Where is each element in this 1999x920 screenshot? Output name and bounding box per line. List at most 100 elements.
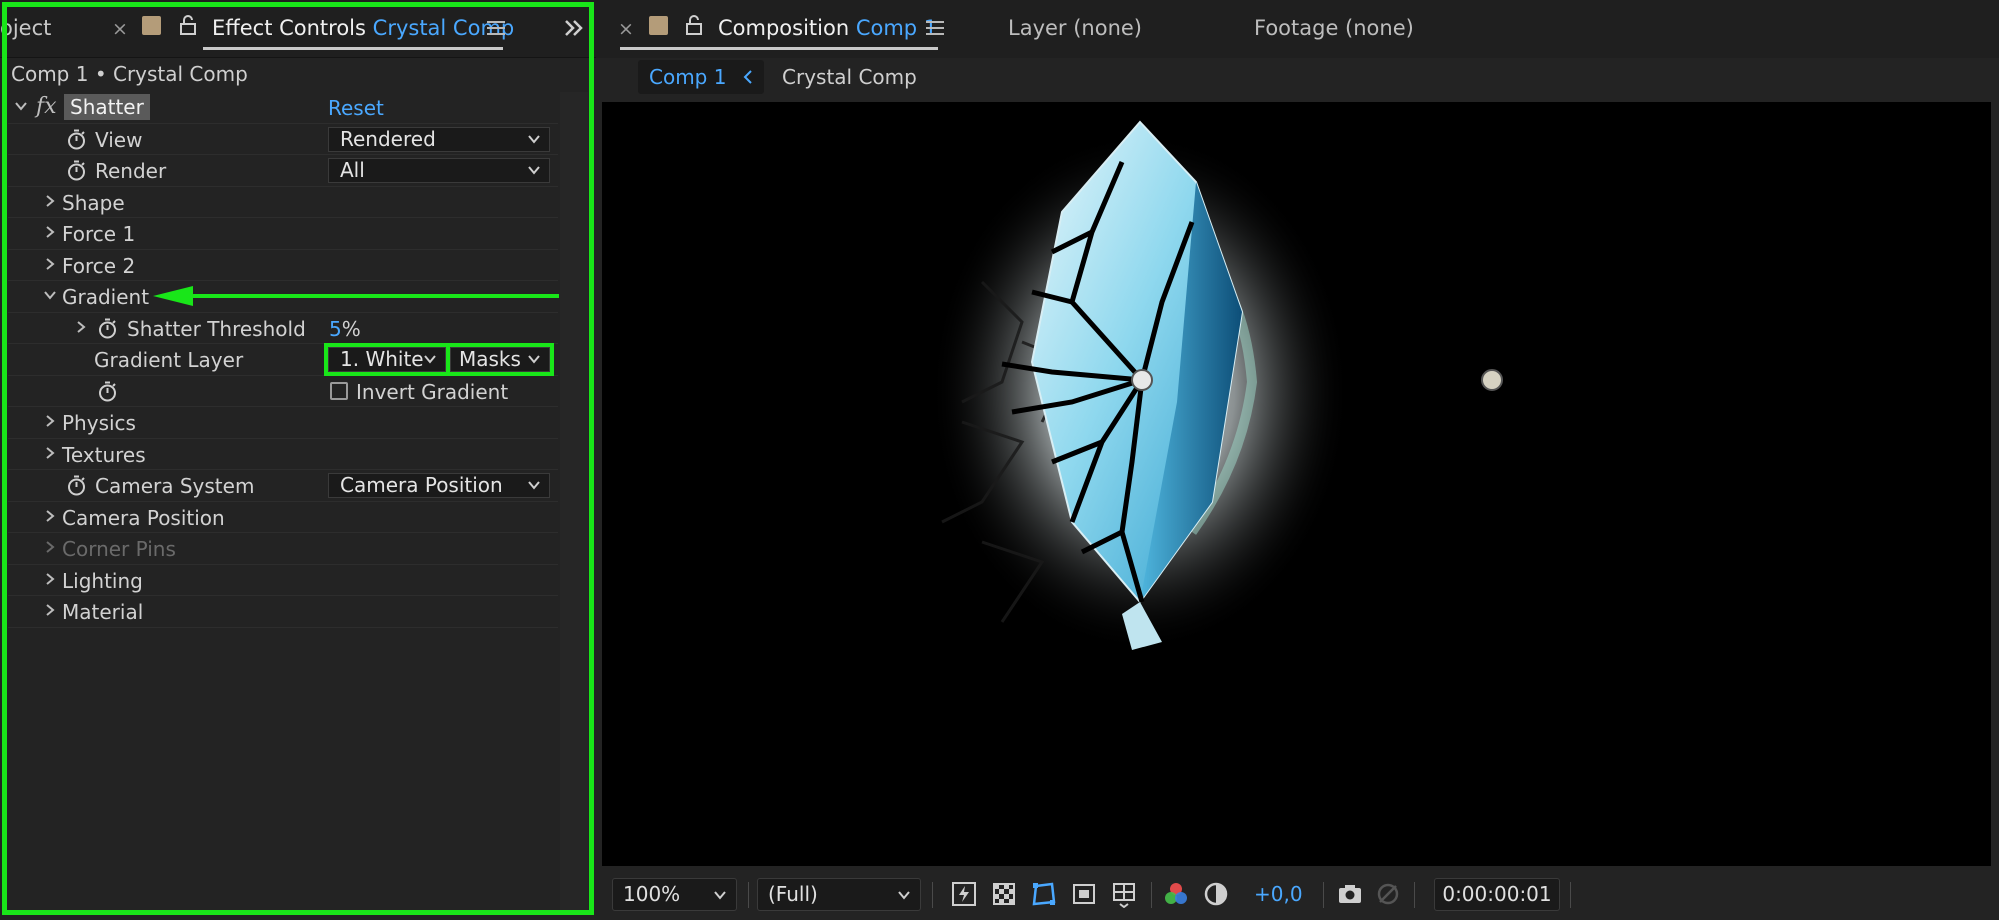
chevron-right-icon[interactable] <box>43 603 57 617</box>
stopwatch-icon[interactable] <box>66 475 87 496</box>
shatter-threshold-value[interactable]: 5% <box>329 317 361 341</box>
breadcrumb-item-crystal-comp[interactable]: Crystal Comp <box>782 65 917 89</box>
grid-guides-icon[interactable] <box>1110 880 1138 908</box>
composition-breadcrumb: Comp 1 Crystal Comp <box>596 58 1999 100</box>
exposure-value[interactable]: +0,0 <box>1254 882 1303 906</box>
chevron-right-icon[interactable] <box>43 540 57 554</box>
toolbar-divider <box>1570 882 1571 908</box>
property-label: Camera System <box>95 474 255 498</box>
property-label: Corner Pins <box>62 537 176 561</box>
annotation-arrow-icon <box>153 286 559 306</box>
panel-overflow-icon[interactable] <box>563 18 585 38</box>
transparency-grid-icon[interactable] <box>990 880 1018 908</box>
stopwatch-icon[interactable] <box>66 129 87 150</box>
chevron-right-icon[interactable] <box>43 194 57 208</box>
property-group-lighting[interactable]: Lighting <box>8 565 558 596</box>
panel-menu-icon[interactable] <box>926 21 944 35</box>
toolbar-divider <box>932 882 933 908</box>
chevron-down-icon[interactable] <box>14 99 28 113</box>
viewer-toolbar: 100% (Full) +0,0 0:00:00:01 <box>596 868 1999 920</box>
color-channels-icon[interactable] <box>1162 880 1190 908</box>
property-group-corner-pins[interactable]: Corner Pins <box>8 533 558 565</box>
scrollbar[interactable] <box>560 92 588 912</box>
chevron-right-icon[interactable] <box>43 414 57 428</box>
tab-composition-comp: Comp 1 <box>855 16 938 40</box>
effect-name[interactable]: Shatter <box>64 94 150 120</box>
composition-viewer[interactable] <box>602 102 1991 866</box>
shatter-threshold-number[interactable]: 5 <box>329 317 342 341</box>
crystal-shatter-render <box>930 120 1503 652</box>
property-label: View <box>95 127 143 152</box>
tab-composition-label: Composition <box>718 16 850 40</box>
property-group-force-1[interactable]: Force 1 <box>8 218 558 250</box>
zoom-dropdown[interactable]: 100% <box>612 878 737 911</box>
effect-header-row[interactable]: fx Shatter Reset <box>8 92 558 124</box>
lock-icon[interactable] <box>178 14 198 36</box>
property-group-material[interactable]: Material <box>8 596 558 628</box>
anchor-point-icon[interactable] <box>1131 369 1153 391</box>
tab-composition[interactable]: Composition Comp 1 <box>718 16 937 40</box>
stopwatch-icon[interactable] <box>97 318 118 339</box>
effect-properties-list: fx Shatter Reset View Rendered Render Al… <box>8 92 559 628</box>
chevron-right-icon[interactable] <box>43 446 57 460</box>
property-group-physics[interactable]: Physics <box>8 407 558 439</box>
tab-project[interactable]: oject <box>0 16 51 40</box>
resolution-value: (Full) <box>768 882 818 906</box>
show-snapshot-icon[interactable] <box>1374 880 1402 908</box>
close-tab-icon[interactable]: × <box>112 18 128 40</box>
fx-icon[interactable]: fx <box>36 94 57 119</box>
chevron-right-icon[interactable] <box>43 257 57 271</box>
toolbar-divider <box>748 882 749 908</box>
camera-system-dropdown[interactable]: Camera Position <box>328 473 550 498</box>
property-group-textures[interactable]: Textures <box>8 439 558 470</box>
close-tab-icon[interactable]: × <box>618 18 634 40</box>
breadcrumb-active-label: Comp 1 <box>649 65 727 89</box>
camera-system-value: Camera Position <box>340 473 503 497</box>
property-row-invert-gradient: Invert Gradient <box>8 376 558 407</box>
exposure-reset-icon[interactable] <box>1202 880 1230 908</box>
property-group-camera-position[interactable]: Camera Position <box>8 502 558 533</box>
render-dropdown-value: All <box>340 158 365 182</box>
effect-controls-panel: oject × Effect Controls Crystal Comp Com… <box>0 0 596 920</box>
chevron-down-icon <box>528 481 540 490</box>
tab-footage[interactable]: Footage (none) <box>1254 16 1414 40</box>
mask-visibility-icon[interactable] <box>1030 880 1058 908</box>
fast-previews-icon[interactable] <box>950 880 978 908</box>
property-label: Textures <box>62 442 146 467</box>
stopwatch-icon[interactable] <box>66 160 87 181</box>
property-group-gradient[interactable]: Gradient <box>8 281 559 313</box>
camera-position-icon[interactable] <box>1481 369 1503 391</box>
chevron-right-icon[interactable] <box>43 572 57 586</box>
render-dropdown[interactable]: All <box>328 158 550 183</box>
breadcrumb-item-comp-1[interactable]: Comp 1 <box>638 60 764 94</box>
snapshot-camera-icon[interactable] <box>1336 880 1364 908</box>
chevron-down-icon[interactable] <box>43 288 57 302</box>
view-dropdown[interactable]: Rendered <box>328 126 550 152</box>
property-row-shatter-threshold: Shatter Threshold 5% <box>8 313 558 344</box>
current-time-display[interactable]: 0:00:00:01 <box>1434 878 1560 911</box>
resolution-dropdown[interactable]: (Full) <box>757 878 921 911</box>
invert-gradient-checkbox[interactable] <box>330 381 348 400</box>
tab-effect-controls[interactable]: Effect Controls Crystal Comp <box>212 16 514 40</box>
highlight-box <box>446 343 554 376</box>
chevron-right-icon[interactable] <box>43 225 57 239</box>
shatter-threshold-unit: % <box>341 316 361 341</box>
composition-panel: × Composition Comp 1 Layer (none) Footag… <box>596 0 1999 920</box>
tab-layer[interactable]: Layer (none) <box>1008 16 1142 40</box>
timecode-value: 0:00:00:01 <box>1442 882 1552 906</box>
toolbar-divider <box>1323 882 1324 908</box>
stopwatch-icon[interactable] <box>97 381 118 402</box>
chevron-right-icon[interactable] <box>43 509 57 523</box>
tab-effect-controls-label: Effect Controls <box>212 16 366 40</box>
property-group-force-2[interactable]: Force 2 <box>8 250 558 281</box>
chevron-left-icon <box>743 70 752 84</box>
chevron-right-icon[interactable] <box>74 320 88 334</box>
toolbar-divider <box>1414 882 1415 908</box>
panel-menu-icon[interactable] <box>487 21 505 35</box>
reset-link[interactable]: Reset <box>328 96 384 120</box>
lock-icon[interactable] <box>684 14 704 36</box>
property-group-shape[interactable]: Shape <box>8 187 558 218</box>
chevron-down-icon <box>528 166 540 175</box>
region-of-interest-icon[interactable] <box>1070 880 1098 908</box>
property-label: Lighting <box>62 568 143 593</box>
